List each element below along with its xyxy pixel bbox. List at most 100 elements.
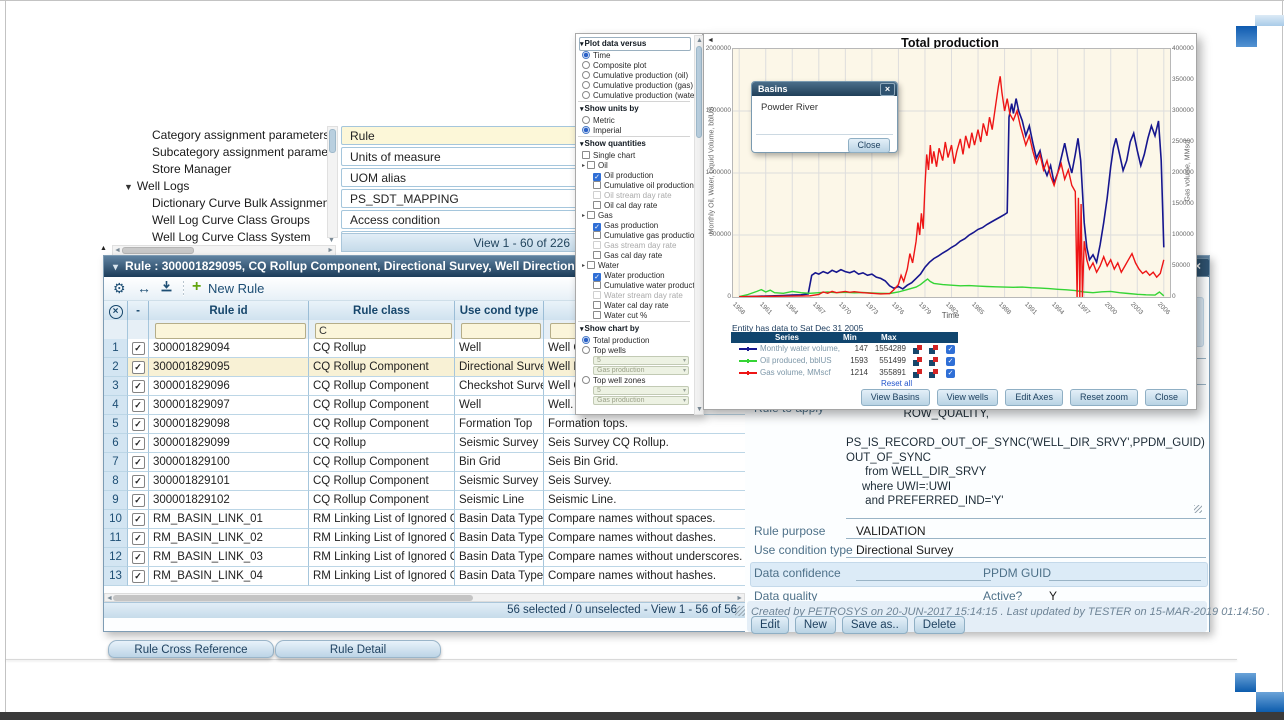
- table-row[interactable]: 10✓RM_BASIN_LINK_01RM Linking List of Ig…: [104, 510, 745, 529]
- radio-icon[interactable]: [582, 346, 590, 354]
- row-checkbox[interactable]: ✓: [132, 380, 145, 393]
- radio-icon[interactable]: [582, 376, 590, 384]
- section-title[interactable]: Show chart by: [580, 324, 639, 333]
- list-item[interactable]: UOM alias: [341, 168, 577, 187]
- basins-close-icon[interactable]: ×: [880, 83, 895, 96]
- series-visible-checkbox[interactable]: ✓: [946, 357, 955, 366]
- row-checkbox[interactable]: ✓: [132, 513, 145, 526]
- table-row[interactable]: 11✓RM_BASIN_LINK_02RM Linking List of Ig…: [104, 529, 745, 548]
- table-row[interactable]: 12✓RM_BASIN_LINK_03RM Linking List of Ig…: [104, 548, 745, 567]
- checkbox-icon[interactable]: [593, 241, 601, 249]
- view-wells-button[interactable]: View wells: [937, 389, 999, 406]
- textarea-resize-grip[interactable]: [1194, 505, 1202, 513]
- row-checkbox[interactable]: ✓: [132, 532, 145, 545]
- new-rule-button[interactable]: New Rule: [208, 281, 264, 296]
- settings-item[interactable]: Cumulative production (gas): [582, 81, 693, 91]
- tree-scroll-down-arrow[interactable]: ▼: [328, 237, 335, 244]
- radio-icon[interactable]: [582, 126, 590, 134]
- settings-item[interactable]: Metric: [582, 116, 615, 126]
- checkbox-icon[interactable]: [593, 291, 601, 299]
- radio-icon[interactable]: [582, 336, 590, 344]
- settings-item[interactable]: ▸Oil: [582, 161, 608, 171]
- list-item[interactable]: PS_SDT_MAPPING: [341, 189, 577, 208]
- table-row[interactable]: 8✓300001829101CQ Rollup ComponentSeismic…: [104, 472, 745, 491]
- radio-icon[interactable]: [582, 61, 590, 69]
- settings-item[interactable]: Gas stream day rate: [593, 241, 676, 251]
- settings-item[interactable]: Cumulative gas production: [593, 231, 694, 241]
- row-checkbox[interactable]: ✓: [132, 456, 145, 469]
- radio-icon[interactable]: [582, 116, 590, 124]
- use-condition-type-value[interactable]: Directional Survey: [856, 543, 953, 557]
- list-item[interactable]: Access condition: [341, 210, 577, 229]
- tree-item[interactable]: Store Manager: [152, 162, 231, 176]
- settings-item[interactable]: Oil stream day rate: [593, 191, 672, 201]
- settings-item[interactable]: ✓Water production: [593, 271, 665, 281]
- checkbox-icon[interactable]: [593, 201, 601, 209]
- grid-horizontal-scrollbar[interactable]: ◄ ►: [104, 593, 745, 602]
- settings-item[interactable]: Water cal day rate: [593, 301, 669, 311]
- dropdown-select[interactable]: Gas production: [593, 396, 689, 405]
- expander-icon[interactable]: ▸: [582, 212, 585, 221]
- tree-item[interactable]: Subcategory assignment parameters: [152, 145, 327, 159]
- row-checkbox[interactable]: ✓: [132, 494, 145, 507]
- collapse-caret-icon[interactable]: ▾: [113, 262, 118, 273]
- checkbox-icon[interactable]: [593, 191, 601, 199]
- settings-item[interactable]: Cumulative production (water): [582, 91, 694, 101]
- download-icon[interactable]: [160, 280, 173, 296]
- checkbox-icon[interactable]: [587, 161, 595, 169]
- basins-close-button[interactable]: Close: [848, 138, 890, 153]
- settings-item[interactable]: Gas cal day rate: [593, 251, 662, 261]
- section-title[interactable]: Show units by: [580, 104, 639, 113]
- checkbox-icon[interactable]: [593, 251, 601, 259]
- new-button[interactable]: New: [795, 616, 836, 634]
- settings-item[interactable]: Cumulative water production: [593, 281, 694, 291]
- axis-assign-icon[interactable]: [929, 357, 938, 366]
- checkbox-icon[interactable]: [593, 311, 601, 319]
- filter-rule-class[interactable]: C: [315, 323, 452, 339]
- select-all-icon[interactable]: ×: [109, 305, 123, 319]
- settings-item[interactable]: Top wells: [582, 346, 626, 356]
- table-row[interactable]: 9✓300001829102CQ Rollup ComponentSeismic…: [104, 491, 745, 510]
- ppdm-guid-input[interactable]: [1049, 580, 1201, 581]
- legend-reset-all-link[interactable]: Reset all: [881, 379, 912, 388]
- basins-list-item[interactable]: Powder River: [761, 102, 818, 113]
- checkbox-icon[interactable]: ✓: [593, 173, 601, 181]
- tab-rule-cross-reference[interactable]: Rule Cross Reference: [108, 640, 274, 658]
- row-checkbox[interactable]: ✓: [132, 437, 145, 450]
- section-title[interactable]: Show quantities: [580, 139, 646, 148]
- row-checkbox[interactable]: ✓: [132, 399, 145, 412]
- settings-item[interactable]: Composite plot: [582, 61, 646, 71]
- expander-icon[interactable]: ▸: [582, 262, 585, 271]
- rule-purpose-value[interactable]: VALIDATION: [856, 524, 926, 538]
- data-confidence-input[interactable]: [856, 580, 991, 581]
- filter-rule-id[interactable]: [155, 323, 306, 339]
- plus-icon[interactable]: +: [192, 278, 201, 296]
- settings-item[interactable]: Top well zones: [582, 376, 645, 386]
- tree-item[interactable]: ▼Well Logs: [124, 179, 189, 193]
- checkbox-icon[interactable]: [582, 151, 590, 159]
- radio-icon[interactable]: [582, 91, 590, 99]
- tree-item[interactable]: Dictionary Curve Bulk Assignment: [152, 196, 327, 210]
- settings-item[interactable]: Cumulative production (oil): [582, 71, 688, 81]
- axis-assign-icon[interactable]: [913, 357, 922, 366]
- tree-collapse-arrow[interactable]: ▲: [100, 245, 107, 252]
- tree-vertical-scrollbar[interactable]: [327, 126, 338, 238]
- edit-button[interactable]: Edit: [751, 616, 789, 634]
- radio-icon[interactable]: [582, 71, 590, 79]
- series-visible-checkbox[interactable]: ✓: [946, 369, 955, 378]
- axis-assign-icon[interactable]: [929, 345, 938, 354]
- edit-axes-button[interactable]: Edit Axes: [1005, 389, 1063, 406]
- series-visible-checkbox[interactable]: ✓: [946, 345, 955, 354]
- settings-item[interactable]: Time: [582, 51, 610, 61]
- settings-item[interactable]: ✓Oil production: [593, 171, 653, 181]
- close-button[interactable]: Close: [1145, 389, 1188, 406]
- row-checkbox[interactable]: ✓: [132, 570, 145, 583]
- checkbox-icon[interactable]: [593, 281, 601, 289]
- gear-icon[interactable]: ⚙: [113, 280, 126, 297]
- tab-rule-detail[interactable]: Rule Detail: [275, 640, 441, 658]
- row-checkbox[interactable]: ✓: [132, 551, 145, 564]
- expander-icon[interactable]: ▸: [582, 162, 585, 171]
- table-row[interactable]: 7✓300001829100CQ Rollup ComponentBin Gri…: [104, 453, 745, 472]
- settings-item[interactable]: Water cut %: [593, 311, 647, 321]
- table-row[interactable]: 5✓300001829098CQ Rollup ComponentFormati…: [104, 415, 745, 434]
